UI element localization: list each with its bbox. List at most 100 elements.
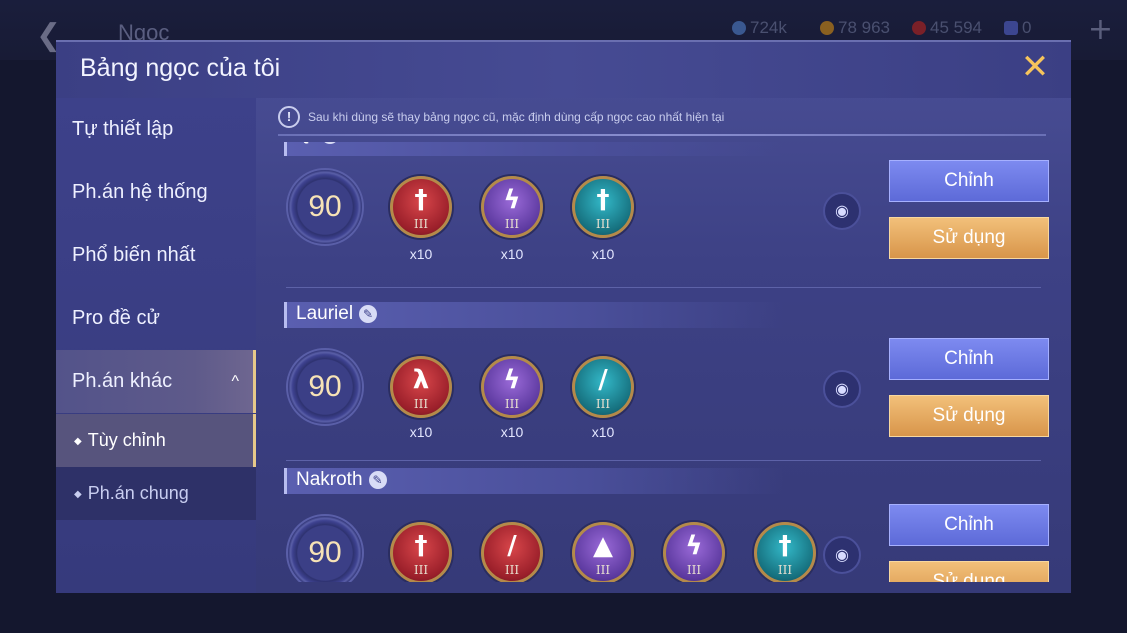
currency-voucher-value: 0	[1022, 18, 1032, 37]
gem-count: x10	[409, 424, 433, 440]
gem-tier: III	[777, 563, 793, 577]
eye-icon[interactable]: ◉	[823, 370, 861, 408]
sidebar-item-custom-setup[interactable]: Tự thiết lập	[56, 98, 256, 161]
set-divider	[286, 287, 1041, 288]
level-number: 90	[308, 370, 342, 403]
warning-icon: !	[278, 106, 300, 128]
level-number: 90	[308, 536, 342, 569]
gold-coin-icon	[820, 21, 834, 35]
gem-tier: III	[595, 397, 611, 411]
eye-icon[interactable]: ◉	[823, 536, 861, 574]
dagger-icon[interactable]: † III	[572, 176, 634, 238]
gem-glyph: ϟ	[503, 185, 521, 215]
set-name-text: Qi	[296, 142, 315, 145]
level-badge: 90	[286, 168, 364, 246]
rune-set-nakroth: Nakroth ✎ 90 † III / III ▲ III ϟ III † I…	[256, 462, 1071, 582]
rune-set-list: Qi ✎ 90 † III x10 ϟ III x10 † III x10 ◉ C…	[256, 142, 1071, 582]
sidebar-item-label: Ph.án hệ thống	[72, 181, 208, 203]
lightning-icon[interactable]: ϟ III	[481, 356, 543, 418]
set-name-text: Nakroth	[296, 469, 363, 490]
set-divider	[286, 460, 1041, 461]
dagger-icon[interactable]: † III	[754, 522, 816, 582]
sidebar-subitem-label: Ph.án chung	[87, 483, 189, 503]
edit-button[interactable]: Chỉnh	[889, 504, 1049, 546]
drop-icon[interactable]: ▲ III	[572, 522, 634, 582]
sidebar-subitem-label: Tùy chỉnh	[87, 430, 166, 450]
gem-currency-icon	[732, 21, 746, 35]
gem-count: x10	[500, 246, 524, 262]
pencil-icon[interactable]: ✎	[359, 305, 378, 323]
gem-glyph: λ	[412, 365, 430, 395]
gem-tier: III	[595, 563, 611, 577]
gem-glyph: /	[507, 531, 517, 561]
set-name[interactable]: Lauriel ✎	[296, 303, 378, 325]
set-name-text: Lauriel	[296, 303, 354, 324]
gem-count: x10	[591, 424, 615, 440]
modal-header: Bảng ngọc của tôi ✕	[56, 42, 1071, 98]
set-name[interactable]: Nakroth ✎	[296, 469, 387, 491]
gem-tier: III	[413, 563, 429, 577]
gem-glyph: ▲	[593, 531, 613, 561]
sword-icon[interactable]: † III	[390, 176, 452, 238]
level-badge: 90	[286, 348, 364, 426]
gem-tier: III	[504, 563, 520, 577]
sidebar-item-other-plans[interactable]: Ph.án khác ^	[56, 350, 256, 413]
rune-set-qi: Qi ✎ 90 † III x10 ϟ III x10 † III x10 ◉ C…	[256, 142, 1071, 296]
gem-count: x10	[591, 246, 615, 262]
close-button[interactable]: ✕	[1019, 50, 1051, 84]
edit-button[interactable]: Chỉnh	[889, 338, 1049, 380]
notice-divider	[278, 134, 1046, 136]
modal-title: Bảng ngọc của tôi	[80, 54, 281, 82]
currency-voucher: 0	[1004, 18, 1031, 38]
gem-glyph: ϟ	[503, 365, 521, 395]
eye-icon[interactable]: ◉	[823, 192, 861, 230]
gem-tier: III	[686, 563, 702, 577]
sidebar-item-label: Tự thiết lập	[72, 118, 174, 140]
use-button[interactable]: Sử dụng	[889, 217, 1049, 259]
gem-count: x10	[409, 246, 433, 262]
lightning-icon[interactable]: ϟ III	[663, 522, 725, 582]
lightning-icon[interactable]: ϟ III	[481, 176, 543, 238]
sidebar-item-pro-recommended[interactable]: Pro đề cử	[56, 287, 256, 350]
gem-glyph: †	[596, 185, 610, 215]
rune-set-lauriel: Lauriel ✎ 90 λ III x10 ϟ III x10 / III x1…	[256, 296, 1071, 462]
currency-gold: 78 963	[820, 18, 890, 38]
currency-red: 45 594	[912, 18, 982, 38]
edit-button[interactable]: Chỉnh	[889, 160, 1049, 202]
level-badge: 90	[286, 514, 364, 582]
sidebar-item-most-popular[interactable]: Phổ biến nhất	[56, 224, 256, 287]
blade-icon[interactable]: / III	[481, 522, 543, 582]
gem-tier: III	[504, 217, 520, 231]
sword-icon[interactable]: † III	[390, 522, 452, 582]
currency-red-value: 45 594	[930, 18, 982, 37]
set-name[interactable]: Qi ✎	[296, 142, 339, 146]
level-number: 90	[308, 190, 342, 223]
claw-icon[interactable]: λ III	[390, 356, 452, 418]
notice-text: Sau khi dùng sẽ thay bảng ngọc cũ, mặc đ…	[308, 110, 725, 124]
use-button[interactable]: Sử dụng	[889, 561, 1049, 582]
set-name-bar	[284, 142, 784, 156]
rune-page-modal: Bảng ngọc của tôi ✕ Tự thiết lập Ph.án h…	[56, 40, 1071, 593]
feather-icon[interactable]: / III	[572, 356, 634, 418]
use-button[interactable]: Sử dụng	[889, 395, 1049, 437]
bullet-icon: ◆	[74, 489, 82, 500]
sidebar-subitem-custom[interactable]: ◆ Tùy chỉnh	[56, 414, 256, 467]
currency-gem-value: 724k	[750, 18, 787, 37]
notice-bar: ! Sau khi dùng sẽ thay bảng ngọc cũ, mặc…	[278, 106, 724, 128]
voucher-icon	[1004, 21, 1018, 35]
currency-gem: 724k	[732, 18, 787, 38]
sidebar-subitem-common-plan[interactable]: ◆ Ph.án chung	[56, 467, 256, 520]
gem-tier: III	[504, 397, 520, 411]
pencil-icon[interactable]: ✎	[368, 471, 387, 489]
sidebar-item-system-plan[interactable]: Ph.án hệ thống	[56, 161, 256, 224]
sidebar-item-label: Ph.án khác	[72, 370, 173, 392]
gem-tier: III	[413, 397, 429, 411]
add-currency-button[interactable]: +	[1088, 12, 1113, 47]
pencil-icon[interactable]: ✎	[321, 142, 339, 144]
gem-tier: III	[595, 217, 611, 231]
gem-glyph: ϟ	[685, 531, 703, 561]
gem-tier: III	[413, 217, 429, 231]
sidebar-item-label: Phổ biến nhất	[72, 244, 196, 266]
gem-count: x10	[500, 424, 524, 440]
gem-glyph: /	[598, 365, 608, 395]
